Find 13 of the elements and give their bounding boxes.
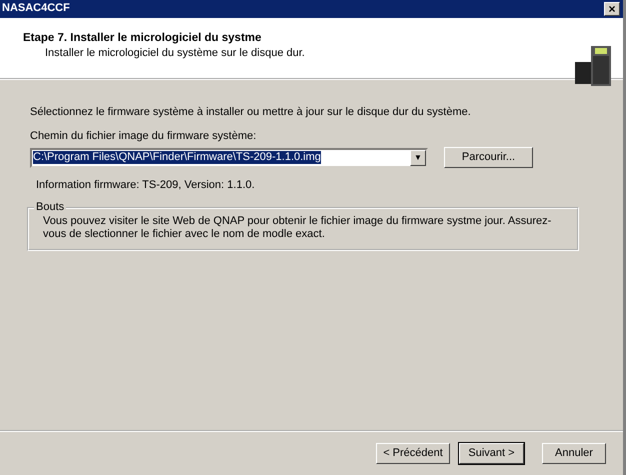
path-label: Chemin du fichier image du firmware système:	[30, 130, 258, 144]
close-button[interactable]: ×	[604, 2, 620, 16]
wizard-button[interactable]: Annuler	[542, 443, 606, 464]
browse-button[interactable]: Parcourir...	[444, 147, 533, 168]
wizard-button[interactable]: Suivant >	[459, 443, 524, 464]
step-subtitle: Installer le micrologiciel du système sur le disque dur.	[44, 46, 305, 60]
instruction-text: Sélectionnez le firmware système à installer ou mettre à jour sur le disque dur du système.	[30, 106, 472, 120]
firmware-info: Information firmware: TS-209, Version: 1.1.0.	[36, 179, 256, 193]
wizard-button[interactable]: < Précédent	[376, 443, 450, 464]
firmware-path-combo[interactable]: C:\Program Files\QNAP\Finder\Firmware\TS-209-1.1.0.img ▼	[30, 148, 428, 168]
window-title: NASAC4CCF	[2, 2, 70, 16]
tips-text: Vous pouvez visiter le site Web de QNAP pour obtenir le fichier image du firmware systme jour. Assurez-vous de slectionner le fichier avec le nom de modle exact.	[43, 214, 552, 241]
step-title: Etape 7. Installer le micrologiciel du systme	[23, 32, 262, 46]
